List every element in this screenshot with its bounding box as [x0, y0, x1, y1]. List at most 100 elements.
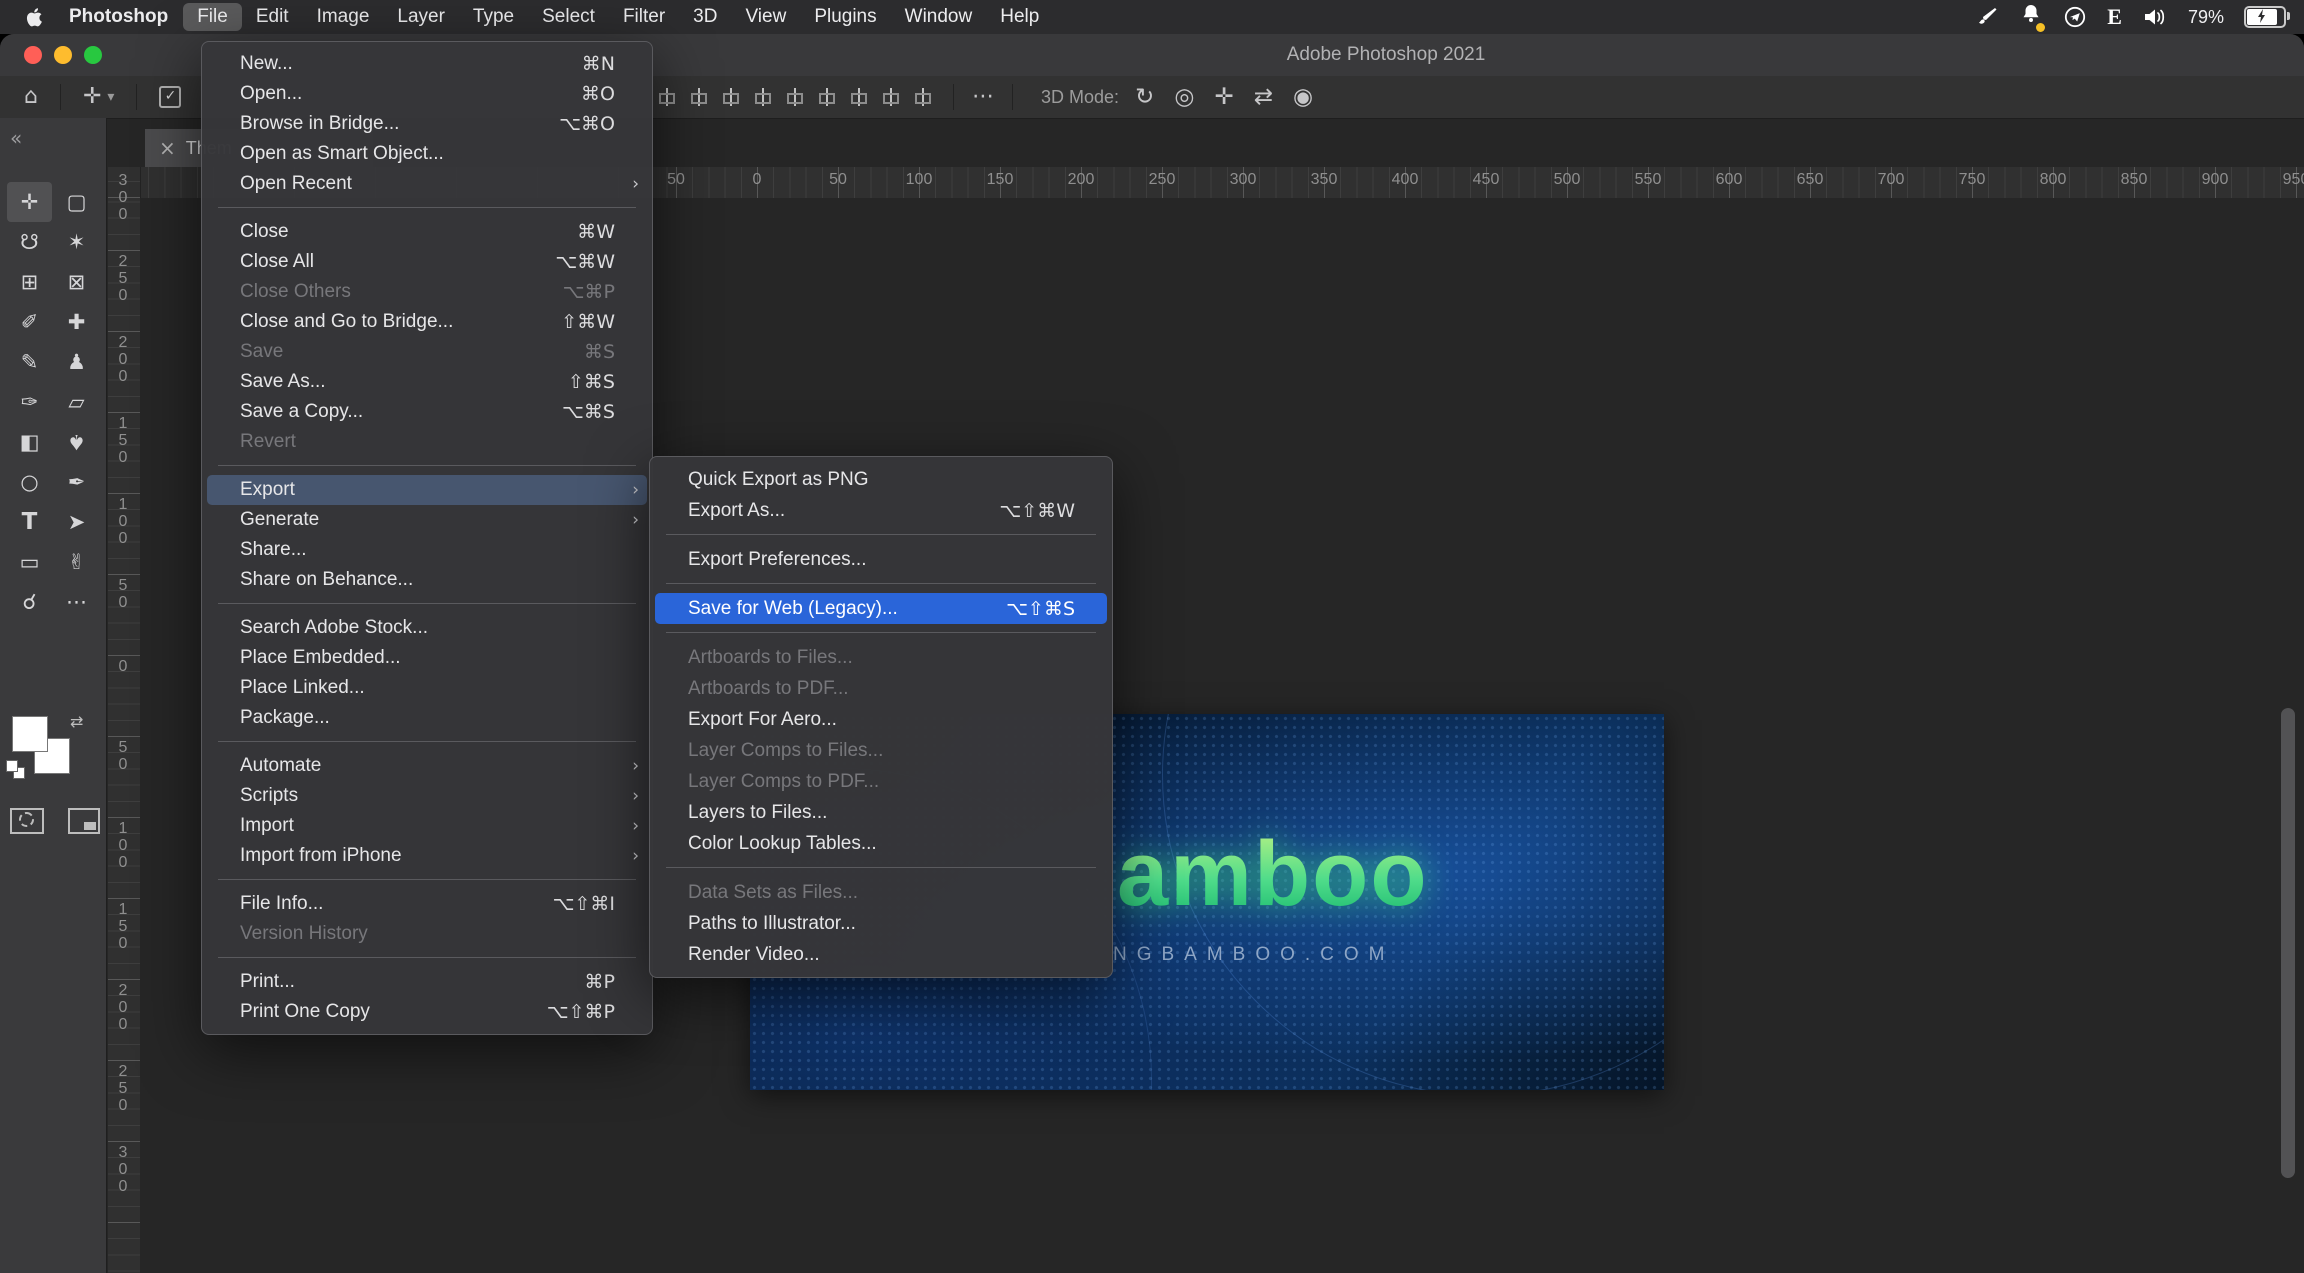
menu-item-scripts[interactable]: Scripts › — [207, 781, 647, 811]
orbit-3d-icon[interactable]: ↻ — [1135, 86, 1154, 109]
menubar-select[interactable]: Select — [528, 3, 609, 31]
drag-3d-icon[interactable]: ✛ — [1214, 86, 1233, 109]
menu-item-color-lookup-tables[interactable]: Color Lookup Tables... — [655, 828, 1107, 859]
menubar-3d[interactable]: 3D — [679, 3, 731, 31]
type-tool[interactable]: T — [7, 502, 52, 542]
menu-item-generate[interactable]: Generate › — [207, 505, 647, 535]
menu-item-paths-to-illustrator[interactable]: Paths to Illustrator... — [655, 908, 1107, 939]
menu-item-export-as[interactable]: Export As... ⌥⇧⌘W — [655, 495, 1107, 526]
brush-tool[interactable]: ✎ — [7, 342, 52, 382]
dodge-tool[interactable]: ○ — [7, 462, 52, 502]
menu-item-artboards-to-pdf[interactable]: Artboards to PDF... — [655, 673, 1107, 704]
menu-item-layer-comps-to-pdf[interactable]: Layer Comps to PDF... — [655, 766, 1107, 797]
menubar-plugins[interactable]: Plugins — [800, 3, 890, 31]
vertical-scrollbar[interactable] — [2281, 708, 2295, 1178]
hand-tool[interactable]: ✌ — [54, 542, 99, 582]
crop-tool[interactable]: ⊞ — [7, 262, 52, 302]
menu-item-place-linked[interactable]: Place Linked... — [207, 673, 647, 703]
history-brush-tool[interactable]: ✑ — [7, 382, 52, 422]
distribute-left-icon[interactable] — [655, 85, 679, 109]
close-window-button[interactable] — [24, 46, 42, 64]
menu-item-open-as-smart-object[interactable]: Open as Smart Object... — [207, 139, 647, 169]
menubar-type[interactable]: Type — [459, 3, 528, 31]
move-tool-icon[interactable]: ✛ — [83, 86, 101, 108]
menu-item-layers-to-files[interactable]: Layers to Files... — [655, 797, 1107, 828]
swap-colors-icon[interactable]: ⇄ — [70, 712, 83, 731]
menu-item-save-for-web-legacy[interactable]: Save for Web (Legacy)... ⌥⇧⌘S — [655, 593, 1107, 624]
menu-item-save[interactable]: Save ⌘S — [207, 337, 647, 367]
menu-item-version-history[interactable]: Version History — [207, 919, 647, 949]
rectangular-marquee-tool[interactable]: ▢ — [54, 182, 99, 222]
menu-item-export-for-aero[interactable]: Export For Aero... — [655, 704, 1107, 735]
paintbrush-icon[interactable] — [1975, 5, 1999, 29]
menu-item-file-info[interactable]: File Info... ⌥⇧⌘I — [207, 889, 647, 919]
menubar-window[interactable]: Window — [891, 3, 987, 31]
menu-item-quick-export-as-png[interactable]: Quick Export as PNG — [655, 464, 1107, 495]
menu-item-close-all[interactable]: Close All ⌥⌘W — [207, 247, 647, 277]
menubar-help[interactable]: Help — [986, 3, 1053, 31]
menu-item-export-preferences[interactable]: Export Preferences... — [655, 544, 1107, 575]
app-menu-photoshop[interactable]: Photoshop — [54, 6, 183, 28]
menu-item-revert[interactable]: Revert — [207, 427, 647, 457]
menu-item-close-others[interactable]: Close Others ⌥⌘P — [207, 277, 647, 307]
menu-item-export[interactable]: Export › — [207, 475, 647, 505]
menubar-image[interactable]: Image — [303, 3, 384, 31]
menu-item-package[interactable]: Package... — [207, 703, 647, 733]
menu-item-artboards-to-files[interactable]: Artboards to Files... — [655, 642, 1107, 673]
roll-3d-icon[interactable]: ◎ — [1174, 86, 1194, 109]
distribute-right-icon[interactable] — [719, 85, 743, 109]
menubar-view[interactable]: View — [731, 3, 800, 31]
menu-item-browse-in-bridge[interactable]: Browse in Bridge... ⌥⌘O — [207, 109, 647, 139]
chevron-down-icon[interactable]: ▾ — [107, 89, 114, 105]
menubar-filter[interactable]: Filter — [609, 3, 679, 31]
more-options-icon[interactable]: ⋯ — [972, 86, 994, 108]
eraser-tool[interactable]: ▱ — [54, 382, 99, 422]
distribute-center-icon[interactable] — [687, 85, 711, 109]
clone-stamp-tool[interactable]: ♟ — [54, 342, 99, 382]
align-h-centers-icon[interactable] — [783, 85, 807, 109]
apple-menu[interactable] — [18, 5, 48, 29]
menu-item-render-video[interactable]: Render Video... — [655, 939, 1107, 970]
collapse-panel-icon[interactable]: « — [10, 126, 22, 150]
home-icon[interactable]: ⌂ — [24, 86, 38, 108]
menu-item-open-recent[interactable]: Open Recent › — [207, 169, 647, 199]
slide-3d-icon[interactable]: ⇄ — [1254, 86, 1273, 109]
lasso-tool[interactable]: ☋ — [7, 222, 52, 262]
menu-item-open[interactable]: Open... ⌘O — [207, 79, 647, 109]
default-colors-icon[interactable] — [6, 760, 26, 780]
move-tool[interactable]: ✛ — [7, 182, 52, 222]
menu-item-import[interactable]: Import › — [207, 811, 647, 841]
blur-tool[interactable]: ♠ — [54, 422, 99, 462]
align-left-edges-icon[interactable] — [751, 85, 775, 109]
foreground-color-swatch[interactable] — [12, 716, 48, 752]
menu-item-new[interactable]: New... ⌘N — [207, 49, 647, 79]
telegram-icon[interactable] — [2063, 5, 2087, 29]
menu-item-print-one-copy[interactable]: Print One Copy ⌥⇧⌘P — [207, 997, 647, 1027]
menu-item-place-embedded[interactable]: Place Embedded... — [207, 643, 647, 673]
menu-item-close[interactable]: Close ⌘W — [207, 217, 647, 247]
menu-item-share[interactable]: Share... — [207, 535, 647, 565]
eyedropper-tool[interactable]: ✐ — [7, 302, 52, 342]
menu-item-close-and-go-to-bridge[interactable]: Close and Go to Bridge... ⇧⌘W — [207, 307, 647, 337]
more-tools[interactable]: ⋯ — [54, 582, 99, 622]
gradient-tool[interactable]: ◧ — [7, 422, 52, 462]
menubar-file[interactable]: File — [183, 3, 242, 31]
menu-item-import-from-iphone[interactable]: Import from iPhone › — [207, 841, 647, 871]
align-right-edges-icon[interactable] — [815, 85, 839, 109]
bell-icon[interactable] — [2019, 2, 2043, 32]
menubar-layer[interactable]: Layer — [383, 3, 459, 31]
quick-selection-tool[interactable]: ✶ — [54, 222, 99, 262]
zoom-window-button[interactable] — [84, 46, 102, 64]
zoom-tool[interactable]: ☌ — [7, 582, 52, 622]
menu-item-share-on-behance[interactable]: Share on Behance... — [207, 565, 647, 595]
frame-tool[interactable]: ⊠ — [54, 262, 99, 302]
screen-mode-icon[interactable] — [68, 808, 100, 834]
minimize-window-button[interactable] — [54, 46, 72, 64]
menu-item-search-adobe-stock[interactable]: Search Adobe Stock... — [207, 613, 647, 643]
menu-item-save-as[interactable]: Save As... ⇧⌘S — [207, 367, 647, 397]
camera-3d-icon[interactable]: ◉ — [1293, 86, 1313, 109]
menu-item-data-sets-as-files[interactable]: Data Sets as Files... — [655, 877, 1107, 908]
close-tab-icon[interactable]: × — [159, 136, 176, 160]
healing-brush-tool[interactable]: ✚ — [54, 302, 99, 342]
menu-item-print[interactable]: Print... ⌘P — [207, 967, 647, 997]
